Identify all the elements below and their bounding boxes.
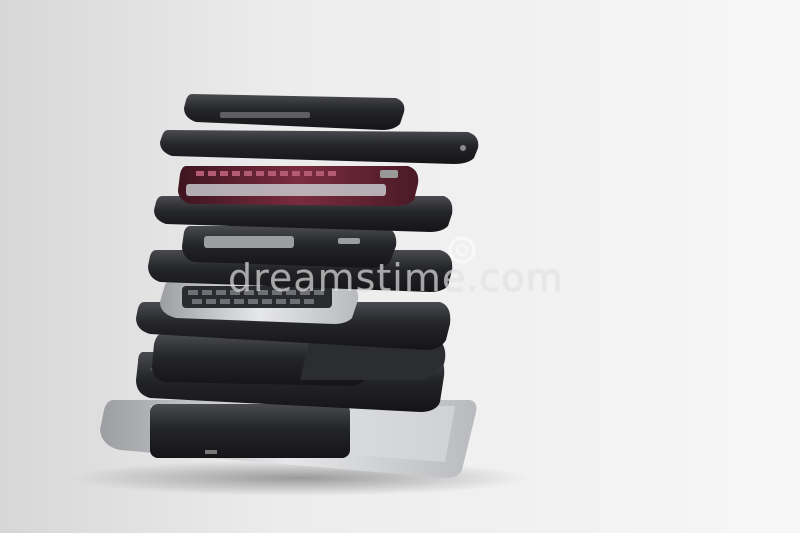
phone-layer-3-red (178, 166, 419, 206)
photo: dreamstime.com (0, 0, 800, 533)
phone-stack-illustration (0, 0, 800, 533)
phone-layer-5 (182, 226, 397, 268)
